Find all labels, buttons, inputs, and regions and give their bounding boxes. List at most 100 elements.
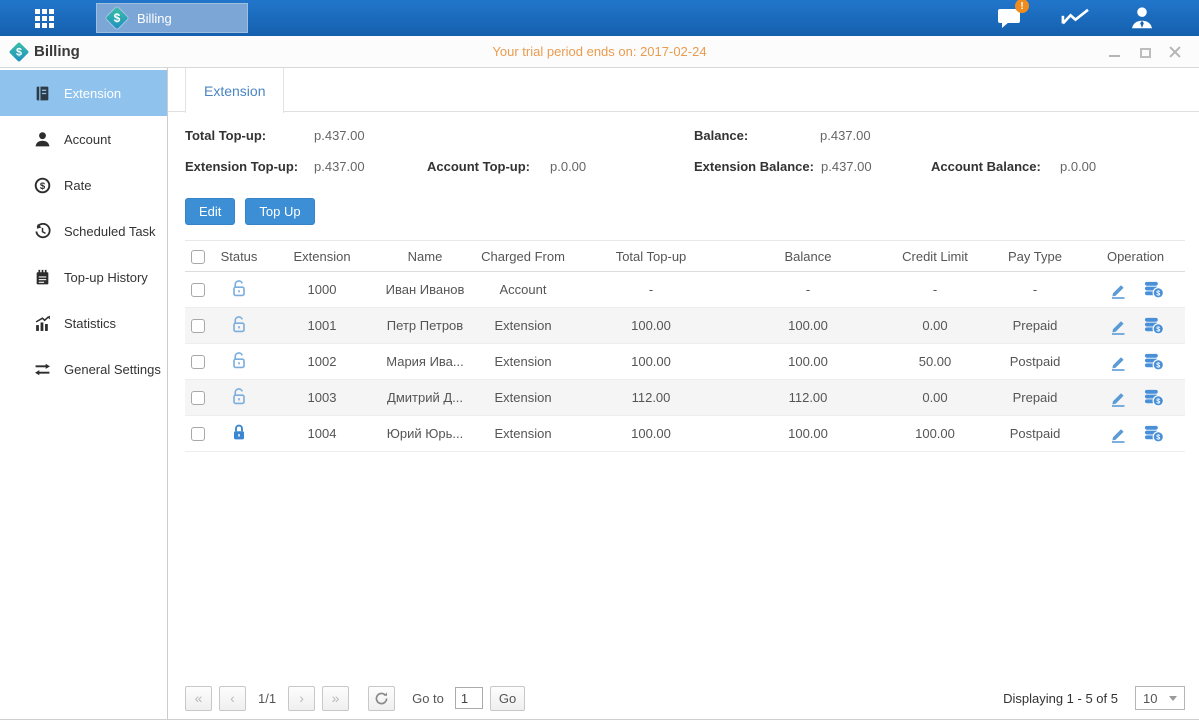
billing-window-icon: $	[9, 42, 29, 62]
reports-chart-icon[interactable]	[1059, 5, 1093, 31]
status-locked[interactable]	[230, 423, 248, 442]
sidebar-item-rate[interactable]: $ Rate	[0, 162, 167, 208]
row-checkbox[interactable]	[191, 283, 205, 297]
edit-pencil-icon	[1109, 353, 1127, 371]
extension-balance-label: Extension Balance:	[694, 159, 814, 174]
sidebar-item-account[interactable]: Account	[0, 116, 167, 162]
taskbar: $ Billing !	[0, 0, 1199, 36]
taskbar-tab-billing[interactable]: $ Billing	[96, 3, 248, 33]
taskbar-tab-label: Billing	[137, 11, 172, 26]
table-row: 1003Дмитрий Д...Extension112.00112.000.0…	[185, 380, 1185, 416]
minimize-button[interactable]	[1107, 46, 1121, 58]
notifications-icon[interactable]: !	[993, 5, 1027, 31]
row-topup-button[interactable]: $	[1144, 388, 1164, 408]
row-edit-button[interactable]	[1108, 352, 1128, 372]
sidebar-item-topup-history[interactable]: Top-up History	[0, 254, 167, 300]
cell-pay-type: -	[984, 272, 1086, 308]
tab-extension[interactable]: Extension	[185, 68, 284, 113]
svg-text:$: $	[1156, 289, 1160, 297]
lock-open-icon	[231, 279, 247, 298]
cell-total-topup: -	[572, 272, 730, 308]
edit-pencil-icon	[1109, 317, 1127, 335]
tab-strip: Extension	[168, 68, 1199, 112]
sidebar-item-label: Account	[64, 132, 111, 147]
dollar-coin-icon: $	[33, 176, 51, 194]
maximize-button[interactable]	[1138, 46, 1152, 58]
cell-balance: -	[730, 272, 886, 308]
row-edit-button[interactable]	[1108, 424, 1128, 444]
row-checkbox[interactable]	[191, 427, 205, 441]
row-topup-button[interactable]: $	[1144, 352, 1164, 372]
account-topup-value: p.0.00	[550, 159, 586, 174]
refresh-icon	[374, 691, 389, 706]
goto-page-input[interactable]	[455, 687, 483, 709]
page-size-value: 10	[1143, 691, 1157, 706]
app-launcher-grid-icon[interactable]	[35, 9, 54, 28]
cell-charged-from: Extension	[474, 308, 572, 344]
status-unlocked[interactable]	[230, 315, 248, 334]
clock-history-icon	[33, 222, 51, 240]
cell-name: Иван Иванов	[376, 272, 474, 308]
cell-balance: 100.00	[730, 416, 886, 452]
col-pay-type: Pay Type	[984, 241, 1086, 272]
cell-charged-from: Extension	[474, 344, 572, 380]
sidebar-item-statistics[interactable]: Statistics	[0, 300, 167, 346]
total-topup-value: p.437.00	[314, 128, 365, 143]
row-edit-button[interactable]	[1108, 280, 1128, 300]
status-unlocked[interactable]	[230, 279, 248, 298]
row-checkbox[interactable]	[191, 391, 205, 405]
status-unlocked[interactable]	[230, 351, 248, 370]
sidebar-item-extension[interactable]: Extension	[0, 70, 167, 116]
row-edit-button[interactable]	[1108, 388, 1128, 408]
sidebar-item-general-settings[interactable]: General Settings	[0, 346, 167, 392]
person-icon	[33, 130, 51, 148]
table-row: 1001Петр ПетровExtension100.00100.000.00…	[185, 308, 1185, 344]
cell-extension: 1003	[268, 380, 376, 416]
row-topup-button[interactable]: $	[1144, 316, 1164, 336]
goto-label: Go to	[412, 691, 444, 706]
row-topup-button[interactable]: $	[1144, 280, 1164, 300]
cell-pay-type: Prepaid	[984, 380, 1086, 416]
sliders-icon	[33, 360, 51, 378]
row-topup-button[interactable]: $	[1144, 424, 1164, 444]
user-account-icon[interactable]	[1125, 5, 1159, 31]
sidebar-item-scheduled-task[interactable]: Scheduled Task	[0, 208, 167, 254]
cell-pay-type: Prepaid	[984, 308, 1086, 344]
lock-closed-icon	[231, 423, 247, 442]
cell-total-topup: 100.00	[572, 344, 730, 380]
status-unlocked[interactable]	[230, 387, 248, 406]
close-button[interactable]	[1169, 46, 1181, 58]
row-checkbox[interactable]	[191, 355, 205, 369]
account-topup-label: Account Top-up:	[427, 159, 530, 174]
last-page-button[interactable]: »	[322, 686, 349, 711]
table-header-row: Status Extension Name Charged From Total…	[185, 241, 1185, 272]
cell-extension: 1004	[268, 416, 376, 452]
select-all-checkbox[interactable]	[191, 250, 205, 264]
row-edit-button[interactable]	[1108, 316, 1128, 336]
next-page-button[interactable]: ›	[288, 686, 315, 711]
cell-total-topup: 100.00	[572, 308, 730, 344]
cell-extension: 1000	[268, 272, 376, 308]
sidebar-item-label: General Settings	[64, 362, 161, 377]
go-button[interactable]: Go	[490, 686, 525, 711]
displaying-text: Displaying 1 - 5 of 5	[1003, 691, 1118, 706]
refresh-button[interactable]	[368, 686, 395, 711]
notification-badge: !	[1015, 0, 1029, 13]
extension-balance-value: p.437.00	[821, 159, 872, 174]
lock-open-icon	[231, 387, 247, 406]
top-up-button[interactable]: Top Up	[245, 198, 314, 225]
balance-value: p.437.00	[820, 128, 871, 143]
sidebar-item-label: Scheduled Task	[64, 224, 156, 239]
edit-button[interactable]: Edit	[185, 198, 235, 225]
first-page-button[interactable]: «	[185, 686, 212, 711]
top-up-coins-icon: $	[1144, 352, 1164, 371]
col-balance: Balance	[730, 241, 886, 272]
extensions-table: Status Extension Name Charged From Total…	[185, 240, 1185, 452]
page-size-select[interactable]: 10	[1135, 686, 1185, 710]
svg-text:$: $	[1156, 433, 1160, 441]
prev-page-button[interactable]: ‹	[219, 686, 246, 711]
row-checkbox[interactable]	[191, 319, 205, 333]
cell-balance: 112.00	[730, 380, 886, 416]
notepad-icon	[33, 268, 51, 286]
cell-charged-from: Account	[474, 272, 572, 308]
